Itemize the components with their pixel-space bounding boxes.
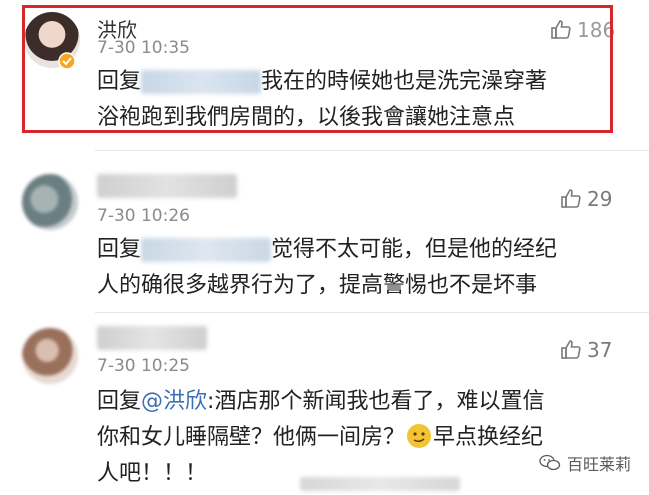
thumbs-up-icon bbox=[561, 340, 581, 359]
mention-link[interactable]: @洪欣 bbox=[141, 389, 207, 414]
blurred-footer bbox=[300, 477, 460, 491]
comment-text-line-1: 觉得不太可能，但是他的经纪 bbox=[271, 237, 558, 262]
thumbs-up-icon bbox=[561, 189, 581, 208]
watermark-label: 百旺莱莉 bbox=[566, 455, 631, 474]
comment-body: 回复 觉得不太可能，但是他的经纪 人的确很多越界行为了，提高警惕也不是坏事 bbox=[97, 232, 627, 304]
like-button[interactable]: 37 bbox=[559, 338, 612, 362]
weibo-comment-list: 洪欣 7-30 10:35 186 回复 我在的時候她也是洗完澡穿著 浴袍跑到我們… bbox=[0, 0, 649, 495]
comment-text-line-2a: 你和女儿睡隔壁？他俩一间房？ bbox=[97, 425, 406, 450]
comment-time: 7-30 10:26 bbox=[97, 206, 190, 226]
reply-prefix: 回复 bbox=[97, 389, 142, 414]
comment-text-line-1: :酒店那个新闻我也看了，难以置信 bbox=[207, 389, 545, 414]
blurred-username bbox=[97, 174, 237, 198]
blurred-username bbox=[97, 326, 207, 350]
like-count: 37 bbox=[587, 338, 613, 362]
avatar[interactable] bbox=[22, 328, 78, 384]
like-count: 29 bbox=[587, 187, 613, 211]
blurred-username bbox=[141, 238, 272, 262]
highlight-box bbox=[22, 5, 613, 133]
divider bbox=[95, 312, 649, 313]
comment-text-line-2: 人的确很多越界行为了，提高警惕也不是坏事 bbox=[97, 273, 538, 298]
like-button[interactable]: 29 bbox=[559, 187, 612, 211]
comment-text-line-2b: 早点换经纪 bbox=[433, 425, 544, 450]
wechat-icon bbox=[539, 454, 561, 471]
comment-time: 7-30 10:25 bbox=[97, 356, 190, 376]
divider bbox=[95, 150, 649, 151]
smirk-emoji-icon bbox=[407, 424, 432, 448]
comment-item: 7-30 10:26 29 回复 觉得不太可能，但是他的经纪 人的确很多越界行为了… bbox=[0, 152, 649, 312]
watermark: 百旺莱莉 bbox=[534, 449, 635, 477]
avatar[interactable] bbox=[22, 174, 78, 230]
comment-text-line-3: 人吧！！！ bbox=[97, 461, 208, 486]
reply-prefix: 回复 bbox=[97, 237, 142, 262]
